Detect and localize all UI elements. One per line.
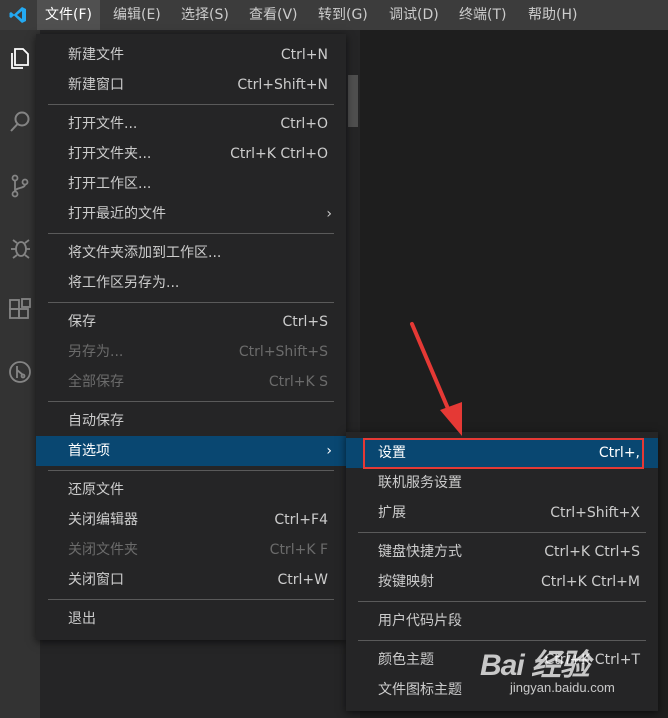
menu-separator (48, 104, 334, 105)
menu-item-label: 退出 (68, 611, 96, 627)
watermark-brand: Bai 经验 (480, 649, 590, 682)
menu-item-label: 用户代码片段 (378, 613, 462, 629)
menu-separator (48, 233, 334, 234)
file-menu-item-2[interactable]: 打开文件... Ctrl+O (36, 109, 346, 139)
menu-edit[interactable]: 编辑(E) (105, 0, 169, 30)
menu-separator (358, 601, 646, 602)
menu-separator (48, 401, 334, 402)
menu-item-label: 文件图标主题 (378, 682, 462, 698)
menu-item-shortcut: Ctrl+K Ctrl+S (544, 544, 640, 560)
menu-item-label: 自动保存 (68, 413, 124, 429)
menu-item-label: 关闭文件夹 (68, 542, 138, 558)
search-icon[interactable] (0, 102, 40, 142)
menu-debug[interactable]: 调试(D) (381, 0, 447, 30)
menu-item-label: 新建窗口 (68, 77, 124, 93)
menu-item-label: 打开工作区... (68, 176, 152, 192)
file-menu-item-11[interactable]: 自动保存 (36, 406, 346, 436)
menu-item-shortcut: Ctrl+K S (268, 374, 328, 390)
file-menu: 新建文件 Ctrl+N 新建窗口 Ctrl+Shift+N 打开文件... Ctrl+O 打… (36, 34, 346, 640)
file-menu-item-13[interactable]: 还原文件 (36, 475, 346, 505)
menu-item-shortcut: Ctrl+O (280, 116, 328, 132)
debug-icon[interactable] (0, 228, 40, 268)
file-menu-item-9: 另存为... Ctrl+Shift+S (36, 337, 346, 367)
menu-item-label: 另存为... (68, 344, 124, 360)
file-menu-item-15: 关闭文件夹 Ctrl+K F (36, 535, 346, 565)
menu-separator (48, 599, 334, 600)
preferences-menu-item-1[interactable]: 联机服务设置 (346, 468, 658, 498)
menu-item-label: 扩展 (378, 505, 406, 521)
file-menu-item-6[interactable]: 将文件夹添加到工作区... (36, 238, 346, 268)
chevron-right-icon: › (326, 443, 332, 459)
scrollbar[interactable] (348, 75, 358, 127)
file-menu-item-1[interactable]: 新建窗口 Ctrl+Shift+N (36, 70, 346, 100)
menu-item-label: 按键映射 (378, 574, 434, 590)
menu-view[interactable]: 查看(V) (241, 0, 306, 30)
menu-item-shortcut: Ctrl+Shift+S (238, 344, 328, 360)
menu-item-shortcut: Ctrl+W (277, 572, 328, 588)
menu-item-label: 关闭窗口 (68, 572, 124, 588)
file-menu-item-14[interactable]: 关闭编辑器 Ctrl+F4 (36, 505, 346, 535)
menu-item-label: 首选项 (68, 443, 110, 459)
menu-goto[interactable]: 转到(G) (310, 0, 376, 30)
highlight-annotation-box (363, 438, 644, 469)
menu-item-label: 还原文件 (68, 482, 124, 498)
file-menu-item-10: 全部保存 Ctrl+K S (36, 367, 346, 397)
menu-terminal[interactable]: 终端(T) (451, 0, 514, 30)
menu-item-shortcut: Ctrl+K Ctrl+O (230, 146, 328, 162)
menu-item-shortcut: Ctrl+K F (269, 542, 328, 558)
file-menu-item-4[interactable]: 打开工作区... (36, 169, 346, 199)
preferences-menu-item-4[interactable]: 按键映射 Ctrl+K Ctrl+M (346, 567, 658, 597)
menu-file[interactable]: 文件(F) (37, 0, 100, 30)
chevron-right-icon: › (326, 206, 332, 222)
vscode-logo-icon (0, 0, 36, 30)
title-bar: 文件(F) 编辑(E) 选择(S) 查看(V) 转到(G) 调试(D) 终端(T… (0, 0, 668, 30)
menu-item-shortcut: Ctrl+F4 (274, 512, 328, 528)
menu-help[interactable]: 帮助(H) (520, 0, 585, 30)
remote-icon[interactable] (0, 352, 40, 392)
menu-item-label: 打开最近的文件 (68, 206, 166, 222)
source-control-icon[interactable] (0, 166, 40, 206)
menu-item-label: 全部保存 (68, 374, 124, 390)
menu-separator (358, 532, 646, 533)
preferences-menu-item-5[interactable]: 用户代码片段 (346, 606, 658, 636)
file-menu-item-7[interactable]: 将工作区另存为... (36, 268, 346, 298)
menu-item-shortcut: Ctrl+N (280, 47, 328, 63)
file-menu-item-3[interactable]: 打开文件夹... Ctrl+K Ctrl+O (36, 139, 346, 169)
menu-item-label: 将文件夹添加到工作区... (68, 245, 222, 261)
preferences-menu-item-3[interactable]: 键盘快捷方式 Ctrl+K Ctrl+S (346, 537, 658, 567)
menu-item-label: 颜色主题 (378, 652, 434, 668)
activity-bar (0, 30, 40, 718)
menu-item-label: 将工作区另存为... (68, 275, 180, 291)
menu-selection[interactable]: 选择(S) (173, 0, 237, 30)
menu-item-label: 键盘快捷方式 (378, 544, 462, 560)
menu-item-label: 新建文件 (68, 47, 124, 63)
menu-separator (48, 470, 334, 471)
file-menu-item-17[interactable]: 退出 (36, 604, 346, 634)
menu-item-label: 联机服务设置 (378, 475, 462, 491)
file-menu-item-8[interactable]: 保存 Ctrl+S (36, 307, 346, 337)
preferences-menu-item-2[interactable]: 扩展 Ctrl+Shift+X (346, 498, 658, 528)
arrow-annotation-icon (410, 322, 462, 436)
file-menu-item-0[interactable]: 新建文件 Ctrl+N (36, 40, 346, 70)
extensions-icon[interactable] (0, 290, 40, 330)
menu-item-label: 打开文件夹... (68, 146, 152, 162)
menu-item-shortcut: Ctrl+Shift+N (237, 77, 328, 93)
watermark-url: jingyan.baidu.com (510, 680, 615, 695)
file-menu-item-16[interactable]: 关闭窗口 Ctrl+W (36, 565, 346, 595)
menu-item-shortcut: Ctrl+K Ctrl+M (541, 574, 640, 590)
menu-item-shortcut: Ctrl+S (282, 314, 328, 330)
file-menu-item-12[interactable]: 首选项 › (36, 436, 346, 466)
menu-item-label: 保存 (68, 314, 96, 330)
menu-item-label: 打开文件... (68, 116, 138, 132)
explorer-icon[interactable] (0, 38, 40, 78)
baidu-watermark: Bai 经验 jingyan.baidu.com (480, 640, 615, 695)
menu-item-label: 关闭编辑器 (68, 512, 138, 528)
menu-separator (48, 302, 334, 303)
menu-item-shortcut: Ctrl+Shift+X (550, 505, 640, 521)
file-menu-item-5[interactable]: 打开最近的文件 › (36, 199, 346, 229)
